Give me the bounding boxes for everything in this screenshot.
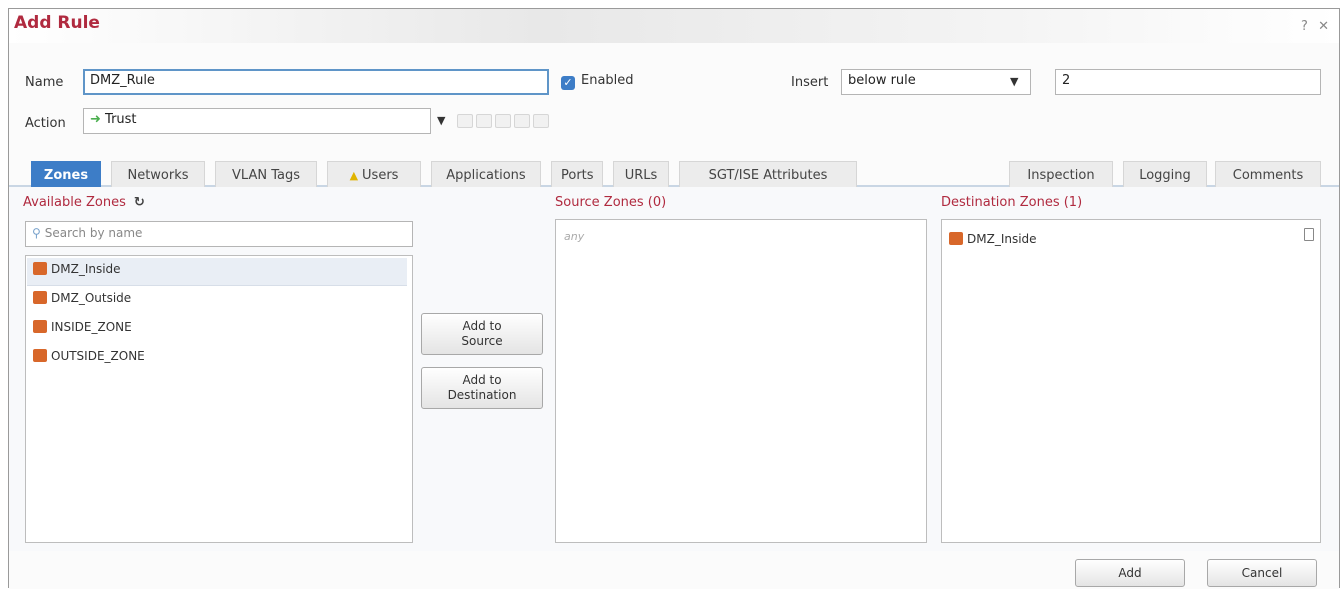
tab-zones[interactable]: Zones bbox=[31, 161, 101, 188]
insert-position-value: below rule bbox=[848, 73, 916, 88]
available-zones-title: Available Zones bbox=[23, 195, 126, 210]
destination-zones-title: Destination Zones (1) bbox=[941, 195, 1083, 210]
user-icon[interactable] bbox=[495, 114, 511, 128]
add-to-destination-button[interactable]: Add to Destination bbox=[421, 367, 543, 409]
zone-icon bbox=[33, 262, 47, 275]
help-icon[interactable]: ? bbox=[1301, 19, 1308, 34]
copy-icon[interactable] bbox=[476, 114, 492, 128]
chevron-down-icon: ▼ bbox=[1010, 75, 1019, 88]
destination-zones-list[interactable]: DMZ_Inside bbox=[941, 219, 1321, 543]
source-empty-text: any bbox=[564, 230, 585, 243]
tab-applications[interactable]: Applications bbox=[431, 161, 541, 188]
add-to-destination-line2: Destination bbox=[447, 388, 517, 402]
close-icon[interactable]: ✕ bbox=[1318, 19, 1329, 34]
add-to-source-line1: Add to bbox=[462, 319, 502, 333]
available-zones-list[interactable]: DMZ_Inside DMZ_Outside INSIDE_ZONE OUTSI… bbox=[25, 255, 413, 543]
zone-search-input[interactable]: ⚲ Search by name bbox=[25, 221, 413, 247]
available-zones-heading: Available Zones ↻ bbox=[23, 195, 145, 210]
tab-ports[interactable]: Ports bbox=[551, 161, 603, 188]
add-to-source-button[interactable]: Add to Source bbox=[421, 313, 543, 355]
tab-comments[interactable]: Comments bbox=[1215, 161, 1321, 188]
tab-users-label: Users bbox=[362, 168, 399, 183]
list-item[interactable]: DMZ_Outside bbox=[27, 287, 407, 315]
list-item[interactable]: OUTSIDE_ZONE bbox=[27, 345, 407, 373]
tab-networks[interactable]: Networks bbox=[111, 161, 205, 188]
list-item[interactable]: DMZ_Inside bbox=[27, 258, 407, 286]
tab-logging[interactable]: Logging bbox=[1123, 161, 1207, 188]
zone-icon bbox=[33, 320, 47, 333]
zone-name: DMZ_Inside bbox=[51, 262, 121, 276]
list-item[interactable]: INSIDE_ZONE bbox=[27, 316, 407, 344]
zone-icon bbox=[949, 232, 963, 245]
dialog-titlebar: Add Rule ? ✕ bbox=[9, 9, 1339, 43]
action-label: Action bbox=[25, 116, 66, 131]
folder-icon[interactable] bbox=[514, 114, 530, 128]
zone-icon bbox=[33, 349, 47, 362]
name-input[interactable]: DMZ_Rule bbox=[83, 69, 549, 95]
search-icon: ⚲ bbox=[32, 226, 41, 240]
add-rule-dialog: Add Rule ? ✕ Name DMZ_Rule ✓ Enabled Ins… bbox=[8, 8, 1340, 589]
source-zones-list[interactable]: any bbox=[555, 219, 927, 543]
insert-label: Insert bbox=[791, 75, 829, 90]
warning-icon: ▲ bbox=[349, 169, 359, 182]
search-placeholder: Search by name bbox=[44, 226, 143, 240]
refresh-icon[interactable]: ↻ bbox=[134, 195, 145, 210]
file-icon[interactable] bbox=[533, 114, 549, 128]
arrow-right-icon: ➜ bbox=[90, 112, 101, 127]
tab-urls[interactable]: URLs bbox=[613, 161, 669, 188]
insert-position-select[interactable]: below rule ▼ bbox=[841, 69, 1031, 95]
name-label: Name bbox=[25, 75, 64, 90]
zone-icon bbox=[33, 291, 47, 304]
tab-sgt-ise-attributes[interactable]: SGT/ISE Attributes bbox=[679, 161, 857, 188]
zone-name: DMZ_Inside bbox=[967, 232, 1037, 246]
action-value: Trust bbox=[105, 112, 137, 127]
action-select[interactable]: ➜ Trust bbox=[83, 108, 431, 134]
insert-rule-number-input[interactable]: 2 bbox=[1055, 69, 1321, 95]
zone-name: OUTSIDE_ZONE bbox=[51, 349, 145, 363]
add-to-source-line2: Source bbox=[461, 334, 503, 348]
tab-inspection[interactable]: Inspection bbox=[1009, 161, 1113, 188]
dialog-title: Add Rule bbox=[14, 13, 100, 33]
trash-icon[interactable] bbox=[1304, 228, 1314, 241]
source-zones-title: Source Zones (0) bbox=[555, 195, 667, 210]
shield-icon[interactable] bbox=[457, 114, 473, 128]
action-dropdown-chevron-icon[interactable]: ▼ bbox=[437, 115, 449, 127]
title-actions: ? ✕ bbox=[1295, 19, 1329, 34]
tab-vlan-tags[interactable]: VLAN Tags bbox=[215, 161, 317, 188]
action-options-icons bbox=[457, 114, 549, 128]
list-item[interactable]: DMZ_Inside bbox=[943, 228, 1283, 256]
tab-users[interactable]: ▲ Users bbox=[327, 161, 421, 188]
enabled-label: Enabled bbox=[581, 73, 634, 88]
zone-name: INSIDE_ZONE bbox=[51, 320, 132, 334]
zone-name: DMZ_Outside bbox=[51, 291, 132, 305]
cancel-button[interactable]: Cancel bbox=[1207, 559, 1317, 587]
add-button[interactable]: Add bbox=[1075, 559, 1185, 587]
enabled-checkbox[interactable]: ✓ bbox=[561, 76, 575, 90]
add-to-destination-line1: Add to bbox=[462, 373, 502, 387]
